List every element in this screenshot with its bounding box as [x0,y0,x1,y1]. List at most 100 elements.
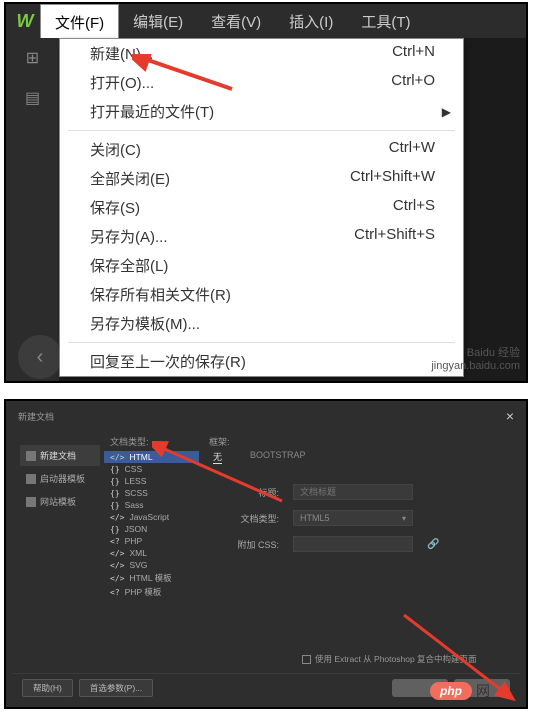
menu-separator [68,130,455,131]
filetype-label: Sass [125,500,144,510]
options-column: 框架: 无 BOOTSTRAP 标题: 文档类型: HTML5 ▾ [199,425,520,685]
menu-tools[interactable]: 工具(T) [347,4,424,38]
filetype-label: SVG [129,560,147,570]
filetype-json[interactable]: {} JSON [104,523,199,535]
filetype-label: JavaScript [129,512,169,522]
menu-item-save-as-template[interactable]: 另存为模板(M)... [60,309,463,338]
menu-item-save-related[interactable]: 保存所有相关文件(R) [60,280,463,309]
filetype-label: LESS [125,476,147,486]
field-doctype-row: 文档类型: HTML5 ▾ [209,510,510,526]
sidebar-item-new-doc[interactable]: 新建文档 [20,445,100,466]
menu-item-label: 打开最近的文件(T) [90,101,214,122]
sidebar-item-label: 网站模板 [40,495,76,508]
dialog-title: 新建文档 [18,410,54,423]
code-icon: </> [110,561,124,570]
chevron-down-icon: ▾ [402,514,406,523]
filetype-html[interactable]: </> HTML [104,451,199,463]
tool-icon: ▤ [6,78,59,118]
menu-insert[interactable]: 插入(I) [275,4,347,38]
title-input[interactable] [293,484,413,500]
link-icon[interactable]: 🔗 [427,539,439,550]
menu-item-shortcut: Ctrl+O [391,72,435,93]
filetype-less[interactable]: {} LESS [104,475,199,487]
prefs-button[interactable]: 首选参数(P)... [79,679,153,697]
menu-item-label: 全部关闭(E) [90,168,170,189]
screenshot-menu: W 文件(F) 编辑(E) 查看(V) 插入(I) 工具(T) ⊞ ▤ ‹ 新建… [4,2,528,383]
tab-none[interactable]: 无 [213,450,222,464]
tool-icon: ⊞ [6,38,59,78]
code-icon: </> [110,453,124,462]
filetype-scss[interactable]: {}SCSS [104,487,199,499]
filetype-label: PHP 模板 [125,586,162,598]
code-icon: <? [110,537,120,546]
filetype-html-template[interactable]: </>HTML 模板 [104,571,199,585]
code-icon: {} [110,525,120,534]
checkbox-icon[interactable] [302,655,311,664]
framework-header: 框架: [209,435,510,448]
filetype-label: HTML [129,452,152,462]
field-title-label: 标题: [209,486,279,499]
menu-item-label: 新建(N)... [90,43,153,64]
menu-item-close[interactable]: 关闭(C) Ctrl+W [60,135,463,164]
menu-item-save[interactable]: 保存(S) Ctrl+S [60,193,463,222]
filetype-column: 文档类型: </> HTML {} CSS {} LESS {}SCSS {} Sass… [104,425,199,685]
menu-item-shortcut: Ctrl+Shift+S [354,226,435,247]
file-dropdown: 新建(N)... Ctrl+N 打开(O)... Ctrl+O 打开最近的文件(… [59,38,464,377]
filetype-header: 文档类型: [104,435,199,451]
watermark-badge: php 网 [430,681,490,701]
filetype-php[interactable]: <? PHP [104,535,199,547]
menu-item-label: 打开(O)... [90,72,154,93]
menu-item-save-as[interactable]: 另存为(A)... Ctrl+Shift+S [60,222,463,251]
sidebar-item-starter[interactable]: 启动器模板 [20,468,100,489]
new-document-dialog: 新建文档 × 新建文档 启动器模板 网站模板 [12,407,520,701]
menu-item-shortcut: Ctrl+W [389,139,435,160]
menu-separator [68,342,455,343]
code-icon: {} [110,465,120,474]
menu-item-label: 另存为(A)... [90,226,168,247]
php-badge-suffix: 网 [476,681,490,701]
back-button[interactable]: ‹ [18,335,62,379]
code-icon: {} [110,501,120,510]
css-input[interactable] [293,536,413,552]
sidebar-item-site-template[interactable]: 网站模板 [20,491,100,512]
menu-item-shortcut: Ctrl+Shift+W [350,168,435,189]
menu-item-open-recent[interactable]: 打开最近的文件(T) ▶ [60,97,463,126]
filetype-label: CSS [125,464,142,474]
menu-item-shortcut: Ctrl+S [393,197,435,218]
menu-item-new[interactable]: 新建(N)... Ctrl+N [60,39,463,68]
filetype-label: PHP [125,536,142,546]
menu-edit[interactable]: 编辑(E) [119,4,197,38]
screenshot-new-doc-dialog: 新建文档 × 新建文档 启动器模板 网站模板 [4,399,528,709]
php-badge-text: php [430,682,472,700]
filetype-js[interactable]: </>JavaScript [104,511,199,523]
template-icon [26,474,36,484]
tab-bootstrap[interactable]: BOOTSTRAP [250,450,306,464]
code-icon: {} [110,489,120,498]
menu-item-open[interactable]: 打开(O)... Ctrl+O [60,68,463,97]
filetype-sass[interactable]: {} Sass [104,499,199,511]
filetype-css[interactable]: {} CSS [104,463,199,475]
sidebar-item-label: 新建文档 [40,449,76,462]
submenu-arrow-icon: ▶ [442,105,451,119]
filetype-xml[interactable]: </>XML [104,547,199,559]
filetype-php-template[interactable]: <?PHP 模板 [104,585,199,599]
help-button[interactable]: 帮助(H) [22,679,73,697]
dialog-sidebar: 新建文档 启动器模板 网站模板 [12,425,104,685]
close-icon[interactable]: × [506,408,514,424]
menu-item-save-all[interactable]: 保存全部(L) [60,251,463,280]
watermark: Baidu 经验 jingyan.baidu.com [431,347,520,373]
menu-item-revert[interactable]: 回复至上一次的保存(R) [60,347,463,376]
filetype-label: XML [129,548,146,558]
extract-option[interactable]: 使用 Extract 从 Photoshop 复合中构建页面 [302,653,477,665]
filetype-label: JSON [125,524,148,534]
menu-item-label: 保存(S) [90,197,140,218]
menu-view[interactable]: 查看(V) [197,4,275,38]
filetype-svg[interactable]: </> SVG [104,559,199,571]
tool-strip: ⊞ ▤ [6,38,59,383]
doctype-select[interactable]: HTML5 ▾ [293,510,413,526]
menu-item-label: 保存全部(L) [90,255,168,276]
code-icon: {} [110,477,120,486]
watermark-url: jingyan.baidu.com [431,360,520,373]
menu-file[interactable]: 文件(F) [40,4,119,38]
menu-item-close-all[interactable]: 全部关闭(E) Ctrl+Shift+W [60,164,463,193]
